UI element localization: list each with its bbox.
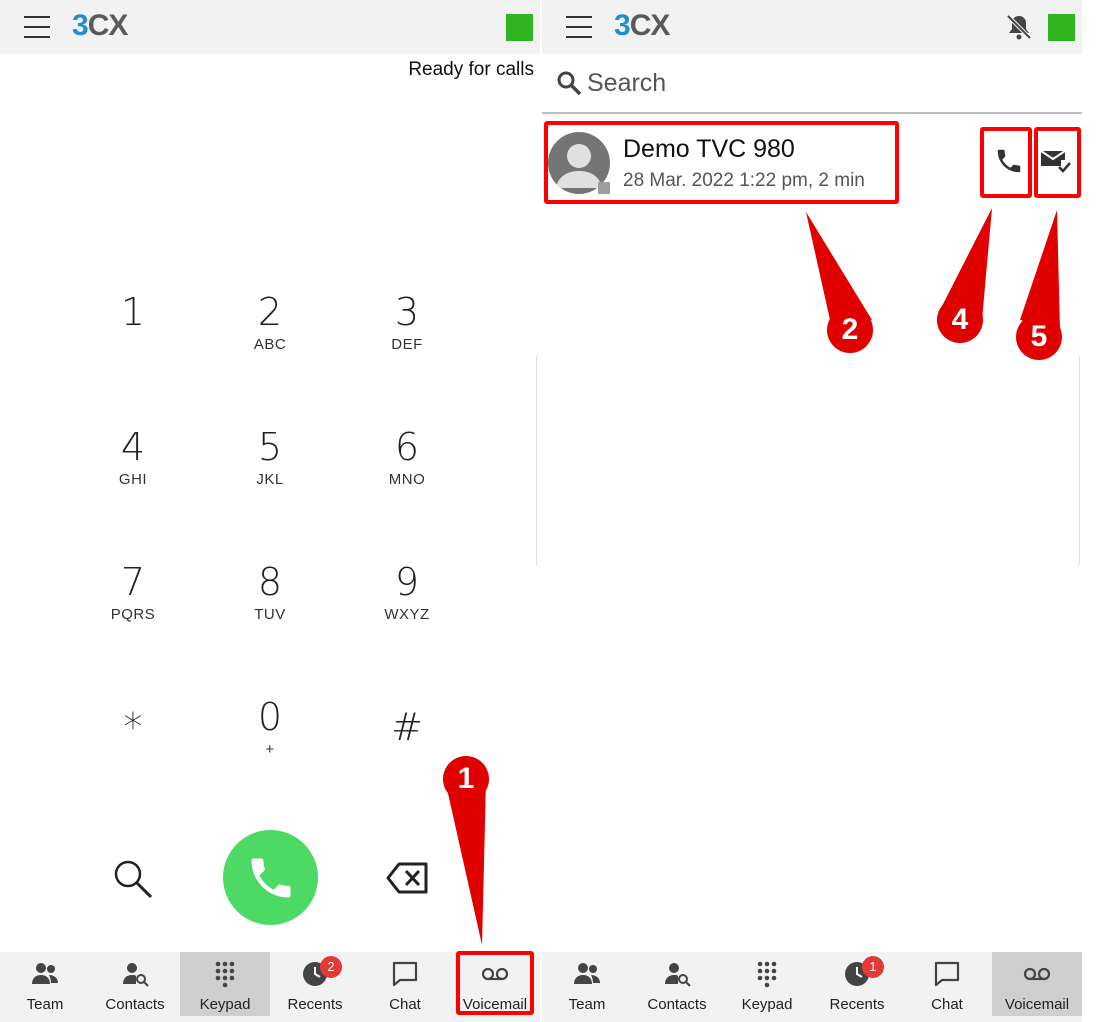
callout-2: 2 xyxy=(827,307,873,353)
annotation-pointers xyxy=(445,208,1060,945)
callout-5: 5 xyxy=(1016,314,1062,360)
callout-1: 1 xyxy=(443,756,489,802)
callout-4: 4 xyxy=(937,297,983,343)
